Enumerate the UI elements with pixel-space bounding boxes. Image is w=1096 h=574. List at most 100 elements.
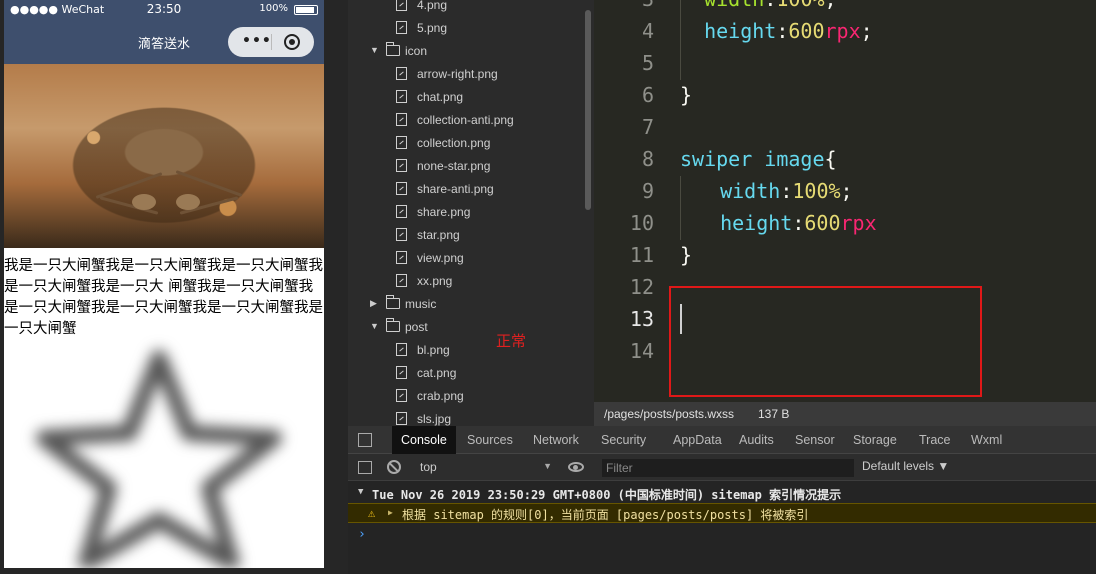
console-warning-text: 根据 sitemap 的规则[0]，当前页面 [pages/posts/post… bbox=[402, 508, 809, 522]
line-number: 11 bbox=[629, 243, 654, 267]
code-line-9: width:100%; bbox=[720, 179, 853, 203]
tree-file[interactable]: bl.png bbox=[348, 339, 594, 362]
console-group-text: Tue Nov 26 2019 23:50:29 GMT+0800 (中国标准时… bbox=[372, 488, 842, 502]
line-number: 12 bbox=[629, 275, 654, 299]
console-log: ▼ Tue Nov 26 2019 23:50:29 GMT+0800 (中国标… bbox=[348, 481, 1096, 574]
folder-icon bbox=[386, 295, 400, 309]
tree-folder-icon[interactable]: ▼ icon bbox=[348, 40, 594, 63]
tab-storage[interactable]: Storage bbox=[844, 426, 906, 454]
caret-down-icon: ▼ bbox=[543, 461, 552, 471]
image-file-icon bbox=[396, 205, 407, 218]
line-number: 13 bbox=[629, 307, 654, 331]
phone-screen: ●●●●● WeChat 23:50 100% 滴答送水 ••• 我是一只大闸蟹… bbox=[4, 0, 324, 568]
live-expression-eye-icon[interactable] bbox=[568, 462, 584, 472]
star-shape-icon bbox=[36, 350, 282, 568]
close-mini-program-icon[interactable] bbox=[284, 34, 300, 50]
post-text: 我是一只大闸蟹我是一只大闸蟹我是一只大闸蟹我是一只大闸蟹我是一只大 闸蟹我是一只… bbox=[4, 258, 323, 337]
star-image bbox=[4, 338, 324, 568]
file-tree-scrollbar[interactable] bbox=[585, 10, 591, 210]
tree-folder-music[interactable]: ▶ music bbox=[348, 293, 594, 316]
tree-folder-post[interactable]: ▼ post bbox=[348, 316, 594, 339]
folder-icon bbox=[386, 318, 400, 332]
tree-file[interactable]: collection.png bbox=[348, 132, 594, 155]
tree-file[interactable]: view.png bbox=[348, 247, 594, 270]
tree-item-label: icon bbox=[405, 44, 428, 58]
line-number: 6 bbox=[641, 83, 654, 107]
folder-expanded-icon[interactable]: ▼ bbox=[370, 45, 379, 55]
tree-item-label: sls.jpg bbox=[417, 412, 452, 426]
tree-file[interactable]: 5.png bbox=[348, 17, 594, 40]
console-group-row[interactable]: ▼ Tue Nov 26 2019 23:50:29 GMT+0800 (中国标… bbox=[348, 484, 1096, 504]
collapse-triangle-icon[interactable]: ▶ bbox=[388, 508, 393, 517]
tree-file[interactable]: cat.png bbox=[348, 362, 594, 385]
tab-audits[interactable]: Audits bbox=[730, 426, 783, 454]
tab-sensor[interactable]: Sensor bbox=[786, 426, 844, 454]
tab-console[interactable]: Console bbox=[392, 426, 456, 454]
more-icon[interactable]: ••• bbox=[242, 33, 272, 49]
code-line-8: swiper image{ bbox=[680, 147, 837, 171]
tree-file[interactable]: sls.jpg bbox=[348, 408, 594, 426]
file-tree: 4.png 5.png ▼ icon arrow-right.png chat.png co… bbox=[348, 0, 594, 426]
tree-file[interactable]: share-anti.png bbox=[348, 178, 594, 201]
annotation-normal: 正常 bbox=[496, 332, 527, 350]
image-file-icon bbox=[396, 67, 407, 80]
tree-file[interactable]: star.png bbox=[348, 224, 594, 247]
tree-item-label: collection-anti.png bbox=[417, 113, 514, 127]
tab-trace[interactable]: Trace bbox=[910, 426, 960, 454]
image-file-icon bbox=[396, 251, 407, 264]
code-line-6: } bbox=[680, 83, 693, 107]
tree-file[interactable]: crab.png bbox=[348, 385, 594, 408]
console-sidebar-icon[interactable] bbox=[358, 461, 372, 474]
clear-console-icon[interactable] bbox=[387, 460, 401, 474]
image-file-icon bbox=[396, 412, 407, 425]
line-number: 3 bbox=[594, 0, 654, 11]
inspect-element-icon[interactable] bbox=[358, 433, 372, 447]
image-file-icon bbox=[396, 366, 407, 379]
tree-item-label: music bbox=[405, 297, 437, 311]
red-highlight-box bbox=[669, 286, 982, 397]
tree-item-label: share-anti.png bbox=[417, 182, 494, 196]
image-file-icon bbox=[396, 136, 407, 149]
tree-file[interactable]: chat.png bbox=[348, 86, 594, 109]
image-file-icon bbox=[396, 113, 407, 126]
crab-claw bbox=[132, 194, 156, 210]
tree-item-label: collection.png bbox=[417, 136, 491, 150]
battery-percent: 100% bbox=[259, 3, 288, 14]
crab-claw bbox=[176, 194, 200, 210]
log-levels-select[interactable]: Default levels ▼ bbox=[862, 459, 949, 473]
line-number: 7 bbox=[641, 115, 654, 139]
tree-item-label: cat.png bbox=[417, 366, 457, 380]
tree-file[interactable]: none-star.png bbox=[348, 155, 594, 178]
tree-file[interactable]: collection-anti.png bbox=[348, 109, 594, 132]
battery-icon bbox=[294, 5, 318, 15]
context-value: top bbox=[420, 460, 437, 474]
code-line-4: height:600rpx; bbox=[704, 19, 873, 43]
console-prompt-icon[interactable]: › bbox=[358, 527, 366, 542]
tab-security[interactable]: Security bbox=[592, 426, 655, 454]
line-number: 8 bbox=[641, 147, 654, 171]
tab-sources[interactable]: Sources bbox=[458, 426, 522, 454]
context-select[interactable]: top ▼ bbox=[414, 459, 554, 476]
console-filter-input[interactable] bbox=[602, 459, 854, 477]
folder-collapsed-icon[interactable]: ▶ bbox=[370, 298, 377, 309]
tree-item-label: arrow-right.png bbox=[417, 67, 498, 81]
image-file-icon bbox=[396, 228, 407, 241]
tree-file[interactable]: xx.png bbox=[348, 270, 594, 293]
tab-appdata[interactable]: AppData bbox=[664, 426, 731, 454]
folder-expanded-icon[interactable]: ▼ bbox=[370, 321, 379, 331]
image-file-icon bbox=[396, 182, 407, 195]
swiper-crab-image[interactable] bbox=[4, 64, 324, 248]
code-line-10: height:600rpx bbox=[720, 211, 877, 235]
console-warning-row[interactable]: ⚠ ▶ 根据 sitemap 的规则[0]，当前页面 [pages/posts/… bbox=[348, 503, 1096, 523]
tree-file[interactable]: share.png bbox=[348, 201, 594, 224]
folder-icon bbox=[386, 42, 400, 56]
tab-network[interactable]: Network bbox=[524, 426, 588, 454]
tree-file[interactable]: arrow-right.png bbox=[348, 63, 594, 86]
image-file-icon bbox=[396, 274, 407, 287]
tree-item-label: xx.png bbox=[417, 274, 453, 288]
tab-wxml[interactable]: Wxml bbox=[962, 426, 1011, 454]
tree-item-label: post bbox=[405, 320, 428, 334]
console-toolbar: top ▼ Default levels ▼ bbox=[348, 454, 1096, 481]
expand-triangle-icon[interactable]: ▼ bbox=[358, 487, 363, 497]
tree-file[interactable]: 4.png bbox=[348, 0, 594, 17]
